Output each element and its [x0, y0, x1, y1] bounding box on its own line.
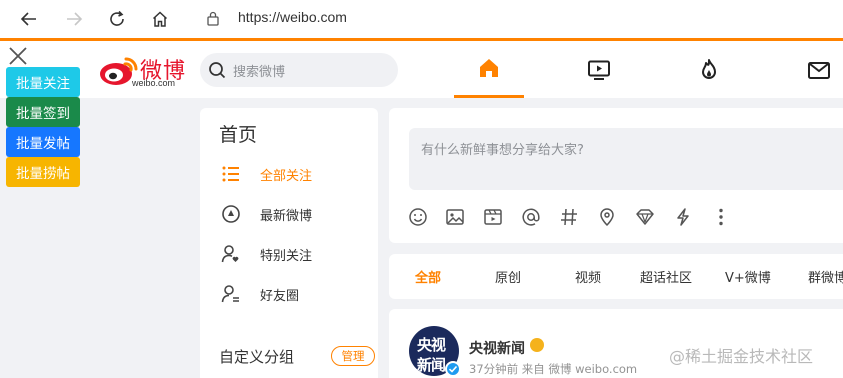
forward-button[interactable] — [62, 7, 86, 31]
location-button[interactable] — [596, 206, 618, 228]
lightning-button[interactable] — [672, 206, 694, 228]
video-upload-button[interactable] — [482, 206, 504, 228]
nav-messages[interactable] — [784, 41, 843, 98]
tab-video[interactable]: 视频 — [575, 267, 601, 286]
left-sidebar: 首页 全部关注 最新微博 特别关注 好友圈 自定义分组 管理 — [200, 108, 378, 378]
manage-button[interactable]: 管理 — [331, 346, 375, 366]
arrow-right-icon — [67, 12, 83, 26]
logo-subtext: weibo.com — [132, 78, 176, 88]
tab-original[interactable]: 原创 — [495, 267, 521, 286]
reload-icon — [110, 10, 124, 26]
image-button[interactable] — [444, 206, 466, 228]
search-box[interactable]: 搜索微博 — [200, 53, 398, 87]
tab-super-topic[interactable]: 超话社区 — [640, 267, 692, 286]
custom-group-title: 自定义分组 — [219, 348, 295, 366]
home-button[interactable] — [148, 7, 172, 31]
tab-group[interactable]: 群微博 — [808, 267, 843, 286]
arrow-left-icon — [20, 12, 36, 26]
topic-button[interactable] — [558, 206, 580, 228]
back-button[interactable] — [17, 7, 41, 31]
sidebar-item-latest[interactable]: 最新微博 — [220, 203, 370, 225]
batch-post-button[interactable]: 批量发帖 — [6, 127, 80, 157]
lightning-icon — [677, 208, 689, 226]
verified-badge-icon — [445, 361, 461, 377]
home-icon — [152, 11, 168, 27]
video-icon — [588, 60, 610, 80]
search-placeholder: 搜索微博 — [233, 65, 286, 80]
batch-fetch-button[interactable]: 批量捞帖 — [6, 157, 80, 187]
more-button[interactable] — [710, 206, 732, 228]
nav-video[interactable] — [564, 41, 634, 98]
list-icon — [220, 163, 242, 185]
sidebar-item-label: 全部关注 — [260, 168, 313, 184]
browser-toolbar: https://weibo.com — [0, 0, 843, 38]
location-icon — [600, 208, 614, 227]
nav-hot[interactable] — [674, 41, 744, 98]
composer-placeholder: 有什么新鲜事想分享给大家? — [421, 143, 584, 158]
weibo-header: 微博 weibo.com 搜索微博 — [0, 41, 843, 98]
home-icon — [480, 59, 498, 77]
batch-follow-button[interactable]: 批量关注 — [6, 67, 80, 97]
diamond-button[interactable] — [634, 206, 656, 228]
vip-badge-icon — [530, 338, 544, 352]
search-icon — [209, 62, 226, 79]
batch-checkin-button[interactable]: 批量签到 — [6, 97, 80, 127]
post-meta: 37分钟前 来自 微博 weibo.com — [469, 362, 638, 376]
tab-vplus[interactable]: V+微博 — [725, 267, 771, 286]
image-icon — [446, 209, 464, 225]
reload-button[interactable] — [105, 7, 129, 31]
mention-button[interactable] — [520, 206, 542, 228]
sidebar-item-label: 最新微博 — [260, 208, 313, 224]
more-vertical-icon — [719, 208, 723, 226]
post-composer: 有什么新鲜事想分享给大家? — [389, 108, 843, 243]
diamond-icon — [636, 209, 654, 225]
post-author-name[interactable]: 央视新闻 — [469, 338, 525, 358]
nav-home[interactable] — [454, 41, 524, 98]
sidebar-item-all-following[interactable]: 全部关注 — [220, 163, 370, 185]
video-icon — [484, 209, 502, 225]
clock-icon — [220, 203, 242, 225]
tab-all[interactable]: 全部 — [415, 267, 441, 286]
address-bar[interactable]: https://weibo.com — [190, 3, 843, 35]
url-text: https://weibo.com — [238, 9, 347, 25]
sidebar-item-label: 好友圈 — [260, 288, 300, 304]
sidebar-item-label: 特别关注 — [260, 248, 313, 264]
at-icon — [522, 208, 540, 226]
lock-icon — [207, 11, 219, 26]
composer-input[interactable]: 有什么新鲜事想分享给大家? — [409, 128, 843, 190]
watermark: @稀土掘金技术社区 — [669, 347, 814, 366]
close-icon[interactable] — [8, 46, 28, 66]
sidebar-item-friends[interactable]: 好友圈 — [220, 283, 370, 305]
fire-icon — [702, 58, 716, 79]
emoji-button[interactable] — [407, 206, 429, 228]
sidebar-title: 首页 — [219, 124, 258, 146]
avatar-text-line1: 央视 — [417, 336, 446, 354]
feed-tabs: 全部 原创 视频 超话社区 V+微博 群微博 — [389, 254, 843, 299]
hashtag-icon — [561, 208, 577, 226]
user-group-icon — [220, 283, 242, 305]
user-heart-icon — [220, 243, 242, 265]
emoji-icon — [409, 208, 427, 226]
avatar-text-line2: 新闻 — [417, 356, 446, 374]
mail-icon — [808, 61, 830, 79]
sidebar-item-special[interactable]: 特别关注 — [220, 243, 370, 265]
